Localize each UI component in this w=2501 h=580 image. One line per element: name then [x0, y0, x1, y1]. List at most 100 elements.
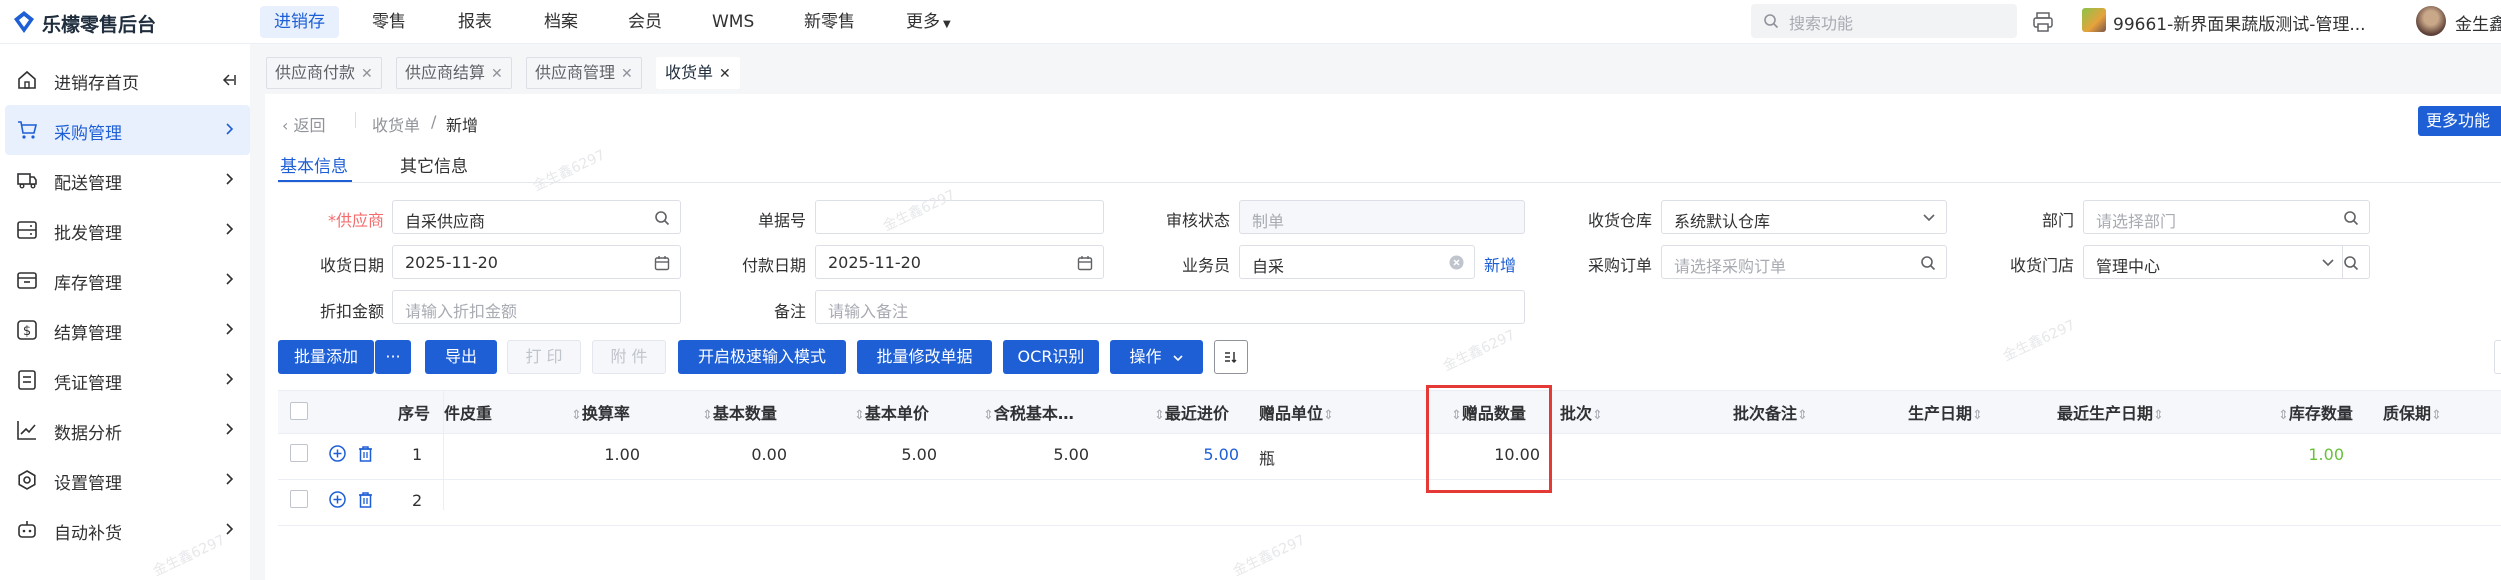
tab-supplier-management[interactable]: 供应商管理 ✕ — [526, 57, 642, 89]
sidebar-item-home[interactable]: 进销存首页 — [0, 55, 250, 105]
row-checkbox[interactable] — [290, 490, 308, 508]
search-input[interactable]: 搜索功能 — [1751, 4, 2017, 38]
search-icon[interactable] — [654, 210, 670, 226]
batch-add-button[interactable]: 批量添加 — [278, 340, 374, 374]
search-icon[interactable] — [2343, 255, 2359, 271]
chevron-down-icon — [1922, 210, 1936, 224]
batch-edit-button[interactable]: 批量修改单据 — [857, 340, 992, 374]
table-row[interactable] — [278, 480, 2501, 526]
search-icon[interactable] — [1920, 255, 1936, 271]
close-icon[interactable]: ✕ — [719, 66, 731, 82]
calendar-icon[interactable] — [1077, 255, 1093, 271]
breadcrumb-parent[interactable]: 收货单 — [372, 112, 420, 136]
col-gift-unit[interactable]: 赠品单位⇕ — [1259, 400, 1334, 424]
col-base-qty[interactable]: ⇕基本数量 — [702, 400, 777, 424]
app-title[interactable]: 乐檬零售后台 — [42, 10, 156, 37]
calendar-icon[interactable] — [654, 255, 670, 271]
add-salesman-link[interactable]: 新增 — [1484, 252, 1516, 276]
tab-other-info[interactable]: 其它信息 — [400, 152, 468, 177]
topnav-item-report[interactable]: 报表 — [444, 6, 506, 38]
purchase-order-field[interactable]: 请选择采购订单 — [1661, 245, 1947, 279]
pay-date-field[interactable]: 2025-11-20 — [815, 245, 1104, 279]
more-functions-button[interactable]: 更多功能 — [2418, 106, 2501, 136]
collapse-sidebar-icon[interactable] — [220, 72, 236, 88]
fast-input-mode-button[interactable]: 开启极速输入模式 — [678, 340, 846, 374]
sidebar-item-settlement[interactable]: $ 结算管理 — [0, 305, 250, 355]
sidebar-item-inventory[interactable]: 库存管理 — [0, 255, 250, 305]
topnav-item-more[interactable]: 更多 ▼ — [892, 6, 965, 38]
close-icon[interactable]: ✕ — [621, 66, 633, 82]
back-link[interactable]: ‹ 返回 — [282, 112, 326, 136]
warehouse-select[interactable]: 系统默认仓库 — [1661, 200, 1947, 234]
tab-supplier-settlement[interactable]: 供应商结算 ✕ — [396, 57, 512, 89]
topnav-item-jxc[interactable]: 进销存 — [260, 6, 339, 38]
topnav-item-retail[interactable]: 零售 — [358, 6, 420, 38]
cell-last-price[interactable]: 5.00 — [1199, 445, 1239, 464]
close-icon[interactable]: ✕ — [491, 66, 503, 82]
sidebar-item-voucher[interactable]: 凭证管理 — [0, 355, 250, 405]
col-shelf-life[interactable]: 质保期⇕ — [2383, 400, 2442, 424]
tab-basic-info[interactable]: 基本信息 — [280, 152, 348, 177]
chevron-down-icon — [2321, 255, 2335, 269]
col-prod-date[interactable]: 生产日期⇕ — [1908, 400, 1983, 424]
cell-base-qty[interactable]: 0.00 — [747, 445, 787, 464]
chevron-right-icon — [222, 372, 236, 386]
sidebar-item-wholesale[interactable]: 批发管理 — [0, 205, 250, 255]
department-field[interactable]: 请选择部门 — [2083, 200, 2370, 234]
sidebar-item-analysis[interactable]: 数据分析 — [0, 405, 250, 455]
delete-row-icon[interactable] — [357, 445, 374, 462]
col-last-price[interactable]: ⇕最近进价 — [1154, 400, 1229, 424]
clear-icon[interactable] — [1449, 255, 1464, 270]
topnav-item-newretail[interactable]: 新零售 — [790, 6, 869, 38]
col-tare[interactable]: 件皮重 — [444, 400, 492, 424]
col-tax-price[interactable]: ⇕含税基本… — [983, 400, 1074, 424]
user-name[interactable]: 金生鑫 — [2455, 10, 2501, 35]
select-all-checkbox[interactable] — [290, 402, 308, 420]
discount-field[interactable]: 请输入折扣金额 — [392, 290, 681, 324]
close-icon[interactable]: ✕ — [361, 66, 373, 82]
supplier-field[interactable]: 自采供应商 — [392, 200, 681, 234]
sidebar-item-settings[interactable]: 设置管理 — [0, 455, 250, 505]
purchase-order-placeholder: 请选择采购订单 — [1674, 257, 1787, 276]
col-rate[interactable]: ⇕换算率 — [571, 400, 630, 424]
export-button[interactable]: 导出 — [425, 340, 497, 374]
avatar[interactable] — [2416, 6, 2446, 36]
topnav-item-archive[interactable]: 档案 — [530, 6, 592, 38]
operate-dropdown-button[interactable]: 操作 — [1110, 340, 1203, 374]
cell-base-price[interactable]: 5.00 — [897, 445, 937, 464]
remark-field[interactable]: 请输入备注 — [815, 290, 1525, 324]
ocr-button[interactable]: OCR识别 — [1003, 340, 1099, 374]
col-base-price[interactable]: ⇕基本单价 — [854, 400, 929, 424]
col-stock-qty[interactable]: ⇕库存数量 — [2278, 400, 2353, 424]
tab-supplier-payment[interactable]: 供应商付款 ✕ — [266, 57, 382, 89]
receive-date-field[interactable]: 2025-11-20 — [392, 245, 681, 279]
add-row-icon[interactable] — [329, 491, 346, 508]
side-panel-toggle[interactable] — [2494, 340, 2501, 374]
tab-label: 供应商管理 — [535, 63, 616, 82]
cell-rate[interactable]: 1.00 — [600, 445, 640, 464]
topnav-item-wms[interactable]: WMS — [698, 6, 768, 38]
receive-store-label: 收货门店 — [2009, 256, 2074, 275]
cell-gift-unit[interactable]: 瓶 — [1259, 445, 1275, 469]
cell-tax-price[interactable]: 5.00 — [1049, 445, 1089, 464]
row-checkbox[interactable] — [290, 444, 308, 462]
salesman-field[interactable]: 自采 — [1239, 245, 1475, 279]
batch-add-more-button[interactable]: ··· — [375, 340, 411, 374]
add-row-icon[interactable] — [329, 445, 346, 462]
store-name[interactable]: 99661-新界面果蔬版测试-管理... — [2113, 10, 2366, 35]
topnav-item-member[interactable]: 会员 — [614, 6, 676, 38]
column-settings-button[interactable] — [1214, 340, 1248, 374]
tab-receipt[interactable]: 收货单 ✕ — [656, 57, 740, 89]
search-icon[interactable] — [2343, 210, 2359, 226]
sort-icon: ⇕ — [571, 408, 582, 423]
delete-row-icon[interactable] — [357, 491, 374, 508]
sidebar-item-purchase[interactable]: 采购管理 — [5, 105, 250, 155]
col-last-prod-date[interactable]: 最近生产日期⇕ — [2057, 400, 2164, 424]
doc-no-field[interactable] — [815, 200, 1104, 234]
receive-store-select[interactable]: 管理中心 — [2083, 245, 2370, 279]
printer-icon[interactable] — [2032, 11, 2054, 33]
sidebar-item-delivery[interactable]: 配送管理 — [0, 155, 250, 205]
col-batch[interactable]: 批次⇕ — [1560, 400, 1603, 424]
warehouse-label: 收货仓库 — [1587, 211, 1652, 230]
col-batch-note[interactable]: 批次备注⇕ — [1733, 400, 1808, 424]
